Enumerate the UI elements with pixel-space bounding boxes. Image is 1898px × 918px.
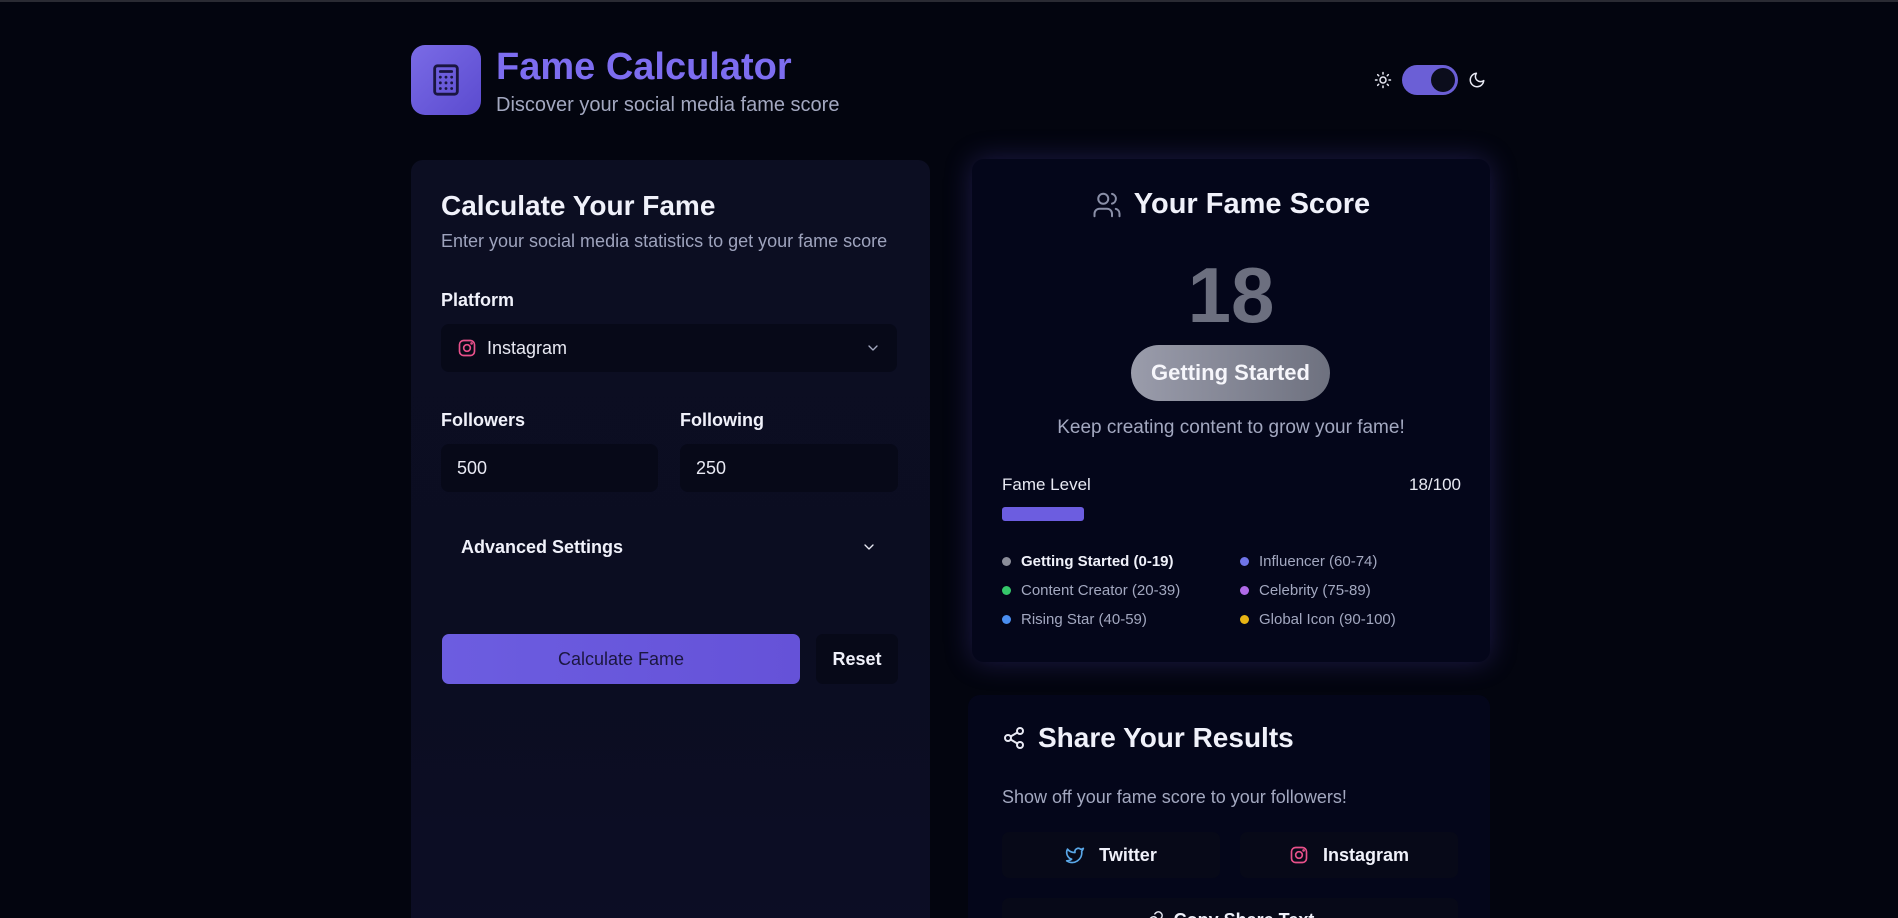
twitter-icon [1065, 847, 1085, 864]
share-icon [1004, 727, 1024, 749]
following-input[interactable]: 250 [680, 444, 898, 492]
level-legend: Getting Started (0-19) Influencer (60-74)… [1002, 553, 1462, 628]
legend-label: Content Creator (20-39) [1021, 582, 1181, 599]
legend-item: Global Icon (90-100) [1240, 611, 1460, 628]
chevron-down-icon [868, 345, 878, 351]
reset-button[interactable]: Reset [816, 634, 898, 684]
advanced-settings-toggle[interactable]: Advanced Settings [441, 527, 897, 567]
following-label: Following [680, 410, 764, 430]
followers-label: Followers [441, 410, 526, 430]
calculate-button[interactable]: Calculate Fame [442, 634, 800, 684]
toggle-knob [1431, 68, 1455, 92]
fame-level-label: Fame Level [1002, 475, 1091, 494]
share-instagram-button[interactable]: Instagram [1240, 832, 1458, 878]
legend-item: Getting Started (0-19) [1002, 553, 1240, 570]
sun-icon [1374, 71, 1392, 89]
legend-dot [1240, 615, 1249, 624]
legend-item: Rising Star (40-59) [1002, 611, 1240, 628]
legend-item: Content Creator (20-39) [1002, 582, 1240, 599]
legend-item: Celebrity (75-89) [1240, 582, 1460, 599]
score-value: 18 [1187, 251, 1275, 339]
app-logo [411, 45, 481, 115]
theme-switcher [1374, 64, 1486, 96]
calculator-subtitle: Enter your social media statistics to ge… [441, 231, 888, 251]
calculator-icon [433, 64, 459, 96]
legend-label: Influencer (60-74) [1259, 553, 1378, 570]
app-subtitle: Discover your social media fame score [496, 94, 840, 116]
fame-level-bar [1002, 507, 1084, 521]
share-twitter-button[interactable]: Twitter [1002, 832, 1220, 878]
app-title: Fame Calculator [496, 46, 792, 88]
score-title: Your Fame Score [1133, 188, 1371, 220]
legend-dot [1002, 615, 1011, 624]
legend-dot [1240, 557, 1249, 566]
followers-input[interactable]: 500 [441, 444, 658, 492]
platform-select[interactable]: Instagram [441, 324, 897, 372]
score-header: Your Fame Score [972, 188, 1490, 221]
legend-dot [1002, 557, 1011, 566]
legend-label: Rising Star (40-59) [1021, 611, 1147, 628]
legend-item: Influencer (60-74) [1240, 553, 1460, 570]
legend-dot [1002, 586, 1011, 595]
advanced-settings-label: Advanced Settings [461, 536, 624, 557]
score-message: Keep creating content to grow your fame! [1057, 417, 1405, 438]
copy-share-text-button[interactable]: Copy Share Text [1002, 898, 1458, 918]
platform-value: Instagram [487, 337, 568, 358]
instagram-icon [458, 339, 476, 357]
twitter-label: Twitter [1099, 844, 1157, 865]
calculator-title: Calculate Your Fame [441, 190, 716, 221]
theme-toggle[interactable] [1402, 65, 1458, 95]
legend-label: Global Icon (90-100) [1259, 611, 1396, 628]
platform-label: Platform [441, 290, 515, 310]
score-badge: Getting Started [1131, 345, 1330, 401]
legend-label: Celebrity (75-89) [1259, 582, 1371, 599]
share-header: Share Your Results [1002, 722, 1294, 754]
users-icon [1093, 192, 1121, 217]
fame-level-value: 18/100 [1409, 475, 1461, 494]
moon-icon [1469, 72, 1485, 88]
copy-share-text-label: Copy Share Text [1174, 910, 1315, 918]
legend-label: Getting Started (0-19) [1021, 553, 1174, 570]
share-title: Share Your Results [1038, 722, 1294, 753]
share-subtitle: Show off your fame score to your followe… [1002, 787, 1347, 807]
chevron-down-icon [864, 544, 874, 550]
instagram-label: Instagram [1322, 844, 1410, 865]
link-icon [1149, 911, 1163, 918]
legend-dot [1240, 586, 1249, 595]
instagram-icon [1290, 846, 1308, 864]
